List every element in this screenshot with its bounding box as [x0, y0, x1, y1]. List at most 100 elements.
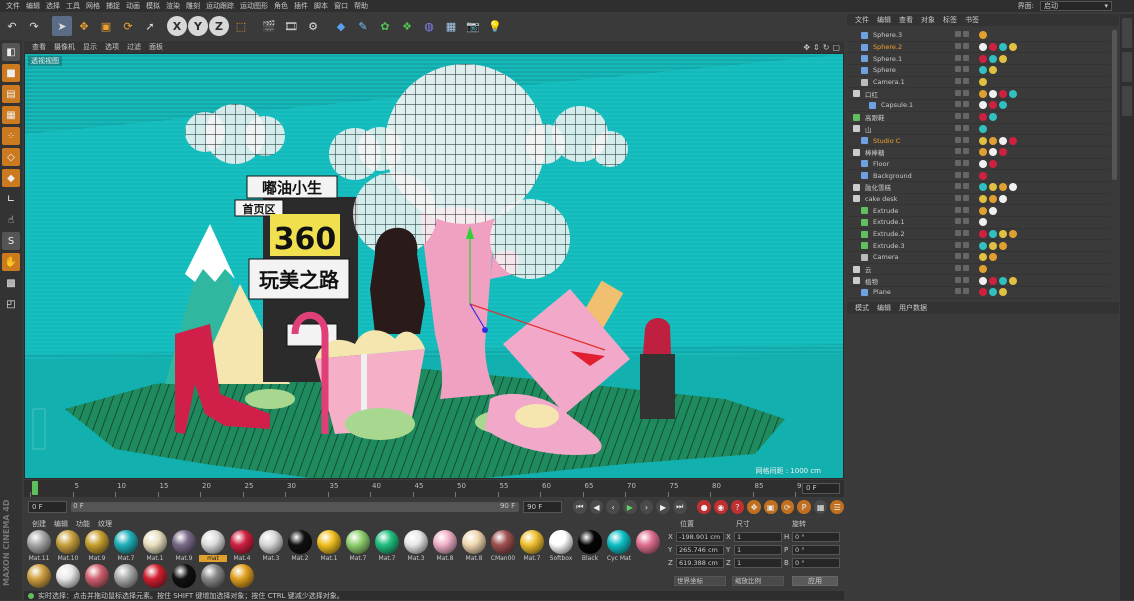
material-tag-icon[interactable] [979, 194, 987, 203]
material-tag-icon[interactable] [979, 241, 987, 250]
visibility-flags[interactable] [955, 54, 975, 63]
material-tag-icon[interactable] [999, 136, 1007, 145]
soft-selection-icon[interactable]: ✋ [2, 253, 20, 271]
redo-button[interactable]: ↷ [24, 16, 44, 36]
object-tags[interactable] [979, 54, 1009, 63]
material-tag-icon[interactable] [999, 54, 1007, 63]
object-row[interactable]: Background [847, 170, 1111, 182]
x-axis-button[interactable]: X [167, 16, 187, 36]
material-menu-item[interactable]: 编辑 [54, 519, 68, 529]
object-menu-item[interactable]: 标签 [943, 15, 957, 25]
object-tags[interactable] [979, 43, 1019, 52]
rotate-view-icon[interactable]: ↻ [823, 43, 830, 52]
visibility-flags[interactable] [955, 31, 975, 39]
viewport-menu-item[interactable]: 摄像机 [54, 42, 75, 52]
viewport-menu-item[interactable]: 显示 [83, 42, 97, 52]
material-swatch[interactable]: Mat.7 [344, 530, 372, 564]
record-key-button[interactable]: ● [697, 500, 711, 514]
object-row[interactable]: Sphere.2 [847, 42, 1111, 54]
material-tag-icon[interactable] [979, 136, 987, 145]
object-tags[interactable] [979, 288, 1009, 297]
material-tag-icon[interactable] [989, 43, 997, 52]
pan-icon[interactable]: ✥ [803, 43, 810, 52]
object-tags[interactable] [979, 159, 999, 168]
material-tag-icon[interactable] [989, 206, 997, 215]
object-row[interactable]: Extrude.3 [847, 240, 1111, 253]
object-scrollbar[interactable] [1112, 30, 1117, 180]
autokey-button[interactable]: ◉ [713, 500, 728, 514]
position-key-button[interactable]: ✥ [747, 500, 761, 514]
object-tags[interactable] [979, 253, 999, 262]
last-tool[interactable]: ➚ [140, 16, 160, 36]
material-swatch[interactable]: Mat.7 [373, 530, 401, 564]
scale-tool[interactable]: ▣ [96, 16, 116, 36]
material-tag-icon[interactable] [979, 54, 987, 63]
visibility-flags[interactable] [955, 124, 975, 133]
end-frame-field[interactable]: 90 F [523, 501, 563, 513]
visibility-flags[interactable] [955, 148, 975, 156]
object-row[interactable]: Sphere.3 [847, 30, 1111, 42]
object-menu-item[interactable]: 对象 [921, 15, 935, 25]
material-tag-icon[interactable] [979, 230, 987, 239]
visibility-flags[interactable] [955, 78, 975, 86]
material-tag-icon[interactable] [979, 253, 987, 262]
rotation-key-button[interactable]: ⟳ [780, 500, 795, 514]
visibility-flags[interactable] [955, 66, 975, 74]
object-menu-item[interactable]: 文件 [855, 15, 869, 25]
deformer-icon[interactable]: ◍ [419, 16, 439, 36]
material-tag-icon[interactable] [989, 253, 997, 262]
rotation-field[interactable]: 0 ° [792, 545, 840, 555]
move-tool[interactable]: ✥ [74, 16, 94, 36]
axis-mode-icon[interactable]: ∟ [2, 190, 20, 208]
material-tag-icon[interactable] [1009, 136, 1017, 145]
material-tag-icon[interactable] [979, 113, 987, 122]
object-menu-item[interactable]: 编辑 [877, 15, 891, 25]
visibility-flags[interactable] [955, 206, 975, 215]
material-menu-item[interactable]: 纹理 [98, 519, 112, 529]
rotation-field[interactable]: 0 ° [792, 532, 840, 542]
visibility-flags[interactable] [955, 230, 975, 238]
material-tag-icon[interactable] [989, 276, 997, 285]
object-tags[interactable] [979, 31, 989, 40]
material-swatch[interactable]: Black [576, 530, 604, 564]
menu-item[interactable]: 角色 [274, 1, 288, 11]
pen-spline-icon[interactable]: ✎ [353, 16, 373, 36]
material-tag-icon[interactable] [979, 206, 987, 215]
polygons-mode-icon[interactable]: ◆ [2, 169, 20, 187]
material-swatch[interactable]: Mat.7 [518, 530, 546, 564]
material-tag-icon[interactable] [979, 78, 987, 87]
material-tag-icon[interactable] [979, 218, 987, 227]
material-swatch[interactable]: Mat.11 [25, 530, 53, 564]
visibility-flags[interactable] [955, 136, 975, 145]
coordinate-mode-dropdown[interactable]: 世界坐标 [674, 576, 726, 586]
object-tags[interactable] [979, 171, 989, 180]
material-tag-icon[interactable] [1009, 276, 1017, 285]
object-tags[interactable] [979, 230, 1019, 239]
material-swatch[interactable]: Mat.1 [315, 530, 343, 564]
material-swatch[interactable]: Mat.8 [431, 530, 459, 564]
visibility-flags[interactable] [955, 171, 975, 180]
pla-key-button[interactable]: ▦ [813, 500, 828, 514]
material-swatch[interactable]: Mat.9 [83, 530, 111, 564]
material-swatch[interactable]: Cyc Mat [605, 530, 633, 564]
material-tag-icon[interactable] [989, 54, 997, 63]
object-tags[interactable] [979, 148, 1009, 157]
points-mode-icon[interactable]: ⁘ [2, 127, 20, 145]
menu-item[interactable]: 编辑 [26, 1, 40, 11]
object-tags[interactable] [979, 265, 989, 274]
param-key-button[interactable]: P [797, 500, 811, 514]
viewport-menu-item[interactable]: 面板 [149, 42, 163, 52]
viewport-menu-item[interactable]: 查看 [32, 42, 46, 52]
object-row[interactable]: Sphere.1 [847, 53, 1111, 66]
object-row[interactable]: 高跟鞋 [847, 112, 1111, 124]
apply-button[interactable]: 应用 [792, 576, 838, 586]
material-menu-item[interactable]: 功能 [76, 519, 90, 529]
object-row[interactable]: 棒棒糖 [847, 147, 1111, 159]
material-swatch[interactable]: Mat.9 [170, 530, 198, 564]
tweak-icon[interactable]: ☝ [2, 211, 20, 229]
perspective-viewport[interactable]: 嘟油小生 首页区 360 玩美之路 透视视图 网格间距: 1000 cm [24, 53, 844, 479]
object-tags[interactable] [979, 136, 1019, 145]
material-tag-icon[interactable] [979, 265, 987, 274]
attribute-menu-item[interactable]: 编辑 [877, 303, 891, 313]
prev-frame-button[interactable]: ‹ [606, 500, 620, 514]
